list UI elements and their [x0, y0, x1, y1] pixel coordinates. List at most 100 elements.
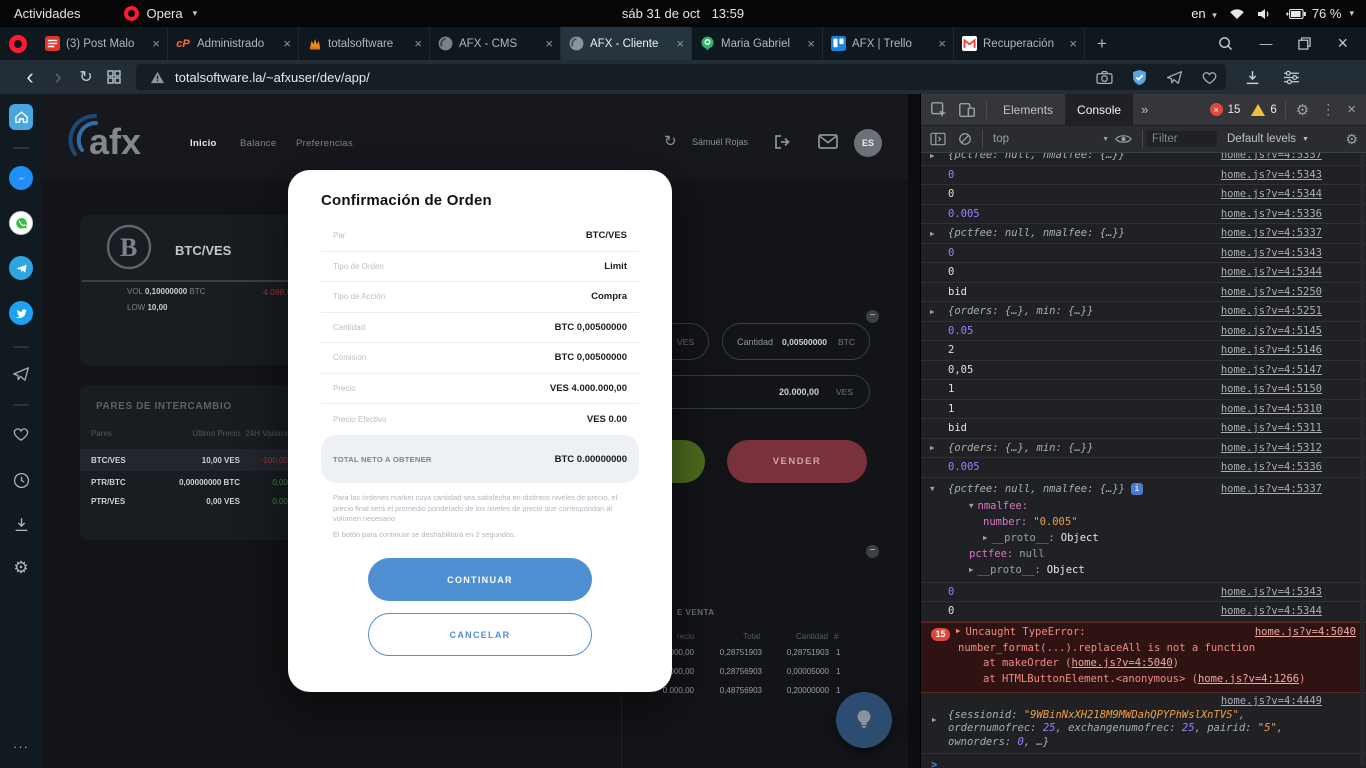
devtools-tab-console[interactable]: Console [1065, 94, 1133, 126]
devtools-close-icon[interactable]: × [1341, 101, 1366, 118]
tab-post-malo[interactable]: (3) Post Malo × [37, 27, 168, 60]
sidebar-twitter-button[interactable] [9, 301, 33, 325]
expand-arrow-icon[interactable]: ▶ [932, 713, 937, 727]
devtools-menu-icon[interactable]: ⋮ [1315, 101, 1341, 118]
pair-cell[interactable]: PTR/BTC [91, 478, 126, 487]
source-link[interactable]: home.js?v=4:5251 [1221, 305, 1322, 317]
source-link[interactable]: home.js?v=4:5310 [1221, 403, 1322, 415]
source-link[interactable]: home.js?v=4:5040 [1255, 626, 1356, 638]
source-link[interactable]: home.js?v=4:5145 [1221, 325, 1322, 337]
source-link[interactable]: home.js?v=4:5337 [1221, 227, 1322, 239]
source-link[interactable]: home.js?v=4:5250 [1221, 286, 1322, 298]
tab-close-icon[interactable]: × [1069, 36, 1077, 51]
quantity-input[interactable]: Cantidad 0,00500000 BTC [722, 323, 870, 360]
window-close-icon[interactable]: × [1337, 33, 1348, 54]
reload-button[interactable]: ↻ [72, 67, 100, 87]
volume-icon[interactable] [1257, 8, 1273, 20]
afx-logo[interactable]: afx [65, 110, 153, 164]
window-restore-icon[interactable] [1298, 37, 1311, 50]
tree-proto-inner[interactable]: ▶__proto__:Object [948, 530, 1322, 546]
sidebar-messenger-button[interactable] [9, 166, 33, 190]
tab-cpanel[interactable]: cP Administrado × [168, 27, 299, 60]
source-link[interactable]: home.js?v=4:5344 [1221, 188, 1322, 200]
tab-afx-cms[interactable]: AFX - CMS × [430, 27, 561, 60]
source-link[interactable]: home.js?v=4:5337 [1221, 153, 1322, 161]
sidebar-telegram-button[interactable] [9, 256, 33, 280]
expand-arrow-icon[interactable]: ▶ [930, 153, 935, 160]
source-link[interactable]: home.js?v=4:5146 [1221, 344, 1322, 356]
source-link[interactable]: home.js?v=4:5343 [1221, 586, 1322, 598]
clear-console-icon[interactable] [958, 132, 972, 146]
tab-close-icon[interactable]: × [283, 36, 291, 51]
mail-icon[interactable] [818, 134, 838, 149]
sidebar-whatsapp-button[interactable] [9, 211, 33, 235]
device-toolbar-icon[interactable] [958, 101, 976, 119]
devtools-settings-gear-icon[interactable]: ⚙ [1290, 101, 1315, 119]
tab-afx-cliente-active[interactable]: AFX - Cliente × [561, 27, 692, 60]
source-link[interactable]: home.js?v=4:5344 [1221, 605, 1322, 617]
tree-nmalfee[interactable]: ▼nmalfee: [948, 498, 1322, 514]
source-link[interactable]: home.js?v=4:5343 [1221, 169, 1322, 181]
devtools-tab-elements[interactable]: Elements [991, 94, 1065, 126]
easy-setup-tune-icon[interactable] [1283, 70, 1300, 85]
tab-close-icon[interactable]: × [807, 36, 815, 51]
pair-cell[interactable]: PTR/VES [91, 497, 125, 506]
source-link[interactable]: home.js?v=4:5344 [1221, 266, 1322, 278]
page-scrollbar[interactable] [908, 94, 920, 768]
activities-button[interactable]: Actividades [14, 6, 80, 21]
help-lightbulb-fab[interactable] [836, 692, 892, 748]
window-minimize-icon[interactable]: — [1259, 36, 1272, 51]
refresh-icon[interactable]: ↻ [664, 132, 677, 150]
eye-icon[interactable] [1115, 133, 1132, 145]
error-warning-badges[interactable]: × 15 6 [1210, 103, 1277, 116]
speed-dial-grid-icon[interactable] [100, 70, 128, 84]
source-link[interactable]: home.js?v=4:5311 [1221, 422, 1322, 434]
pair-cell[interactable]: BTC/VES [91, 456, 126, 465]
source-link[interactable]: home.js?v=4:5312 [1221, 442, 1322, 454]
bookmark-heart-icon[interactable] [1201, 70, 1218, 85]
info-icon[interactable]: i [1131, 483, 1143, 495]
logout-icon[interactable] [773, 134, 791, 150]
tab-totalsoftware[interactable]: totalsoftware × [299, 27, 430, 60]
nav-preferencias[interactable]: Preferencias [296, 138, 353, 149]
collapse-panel-icon[interactable]: − [866, 310, 879, 323]
console-sidebar-icon[interactable] [930, 132, 946, 146]
nav-inicio[interactable]: Inicio [190, 138, 217, 149]
new-tab-button[interactable]: + [1085, 34, 1119, 54]
keyboard-layout[interactable]: en ▾ [1191, 6, 1217, 21]
source-link[interactable]: home.js?v=4:5150 [1221, 383, 1322, 395]
forward-button[interactable]: › [44, 64, 72, 90]
sidebar-more-button[interactable]: ··· [9, 734, 33, 758]
source-link[interactable]: home.js?v=4:4449 [1221, 695, 1322, 707]
sidebar-downloads-button[interactable] [9, 512, 33, 536]
console-prompt[interactable]: > [921, 754, 1366, 768]
vpn-shield-icon[interactable] [1131, 69, 1148, 86]
language-badge[interactable]: ES [854, 129, 882, 157]
tab-close-icon[interactable]: × [676, 36, 684, 51]
user-name[interactable]: Sámuél Rojas [692, 137, 748, 147]
my-flow-icon[interactable] [1166, 70, 1183, 85]
sidebar-my-flow-button[interactable] [9, 362, 33, 386]
url-field[interactable]: totalsoftware.la/~afxuser/dev/app/ [136, 64, 1226, 90]
tab-close-icon[interactable]: × [938, 36, 946, 51]
opera-browser-icon[interactable] [9, 35, 27, 53]
source-link[interactable]: home.js?v=4:5336 [1221, 208, 1322, 220]
source-link[interactable]: home.js?v=4:5147 [1221, 364, 1322, 376]
back-button[interactable]: ‹ [16, 64, 44, 90]
battery-indicator[interactable]: 76 % ▾ [1285, 6, 1354, 21]
sidebar-home-button[interactable] [9, 105, 33, 129]
source-link[interactable]: home.js?v=4:5336 [1221, 461, 1322, 473]
more-tabs-icon[interactable]: » [1133, 94, 1156, 126]
collapse-arrow-icon[interactable]: ▼ [930, 484, 935, 493]
nav-balance[interactable]: Balance [240, 138, 276, 149]
console-filter-input[interactable] [1147, 131, 1217, 147]
source-link[interactable]: home.js?v=4:5343 [1221, 247, 1322, 259]
sell-button[interactable]: VENDER [727, 440, 867, 483]
expand-arrow-icon[interactable]: ▶ [930, 443, 935, 452]
tab-afx-trello[interactable]: AFX | Trello × [823, 27, 954, 60]
tree-proto-outer[interactable]: ▶__proto__:Object [948, 562, 1322, 578]
tab-close-icon[interactable]: × [152, 36, 160, 51]
expand-arrow-icon[interactable]: ▶ [930, 229, 935, 238]
source-link[interactable]: home.js?v=4:5040 [1072, 657, 1173, 669]
log-levels-dropdown[interactable]: Default levels ▼ [1227, 133, 1309, 145]
